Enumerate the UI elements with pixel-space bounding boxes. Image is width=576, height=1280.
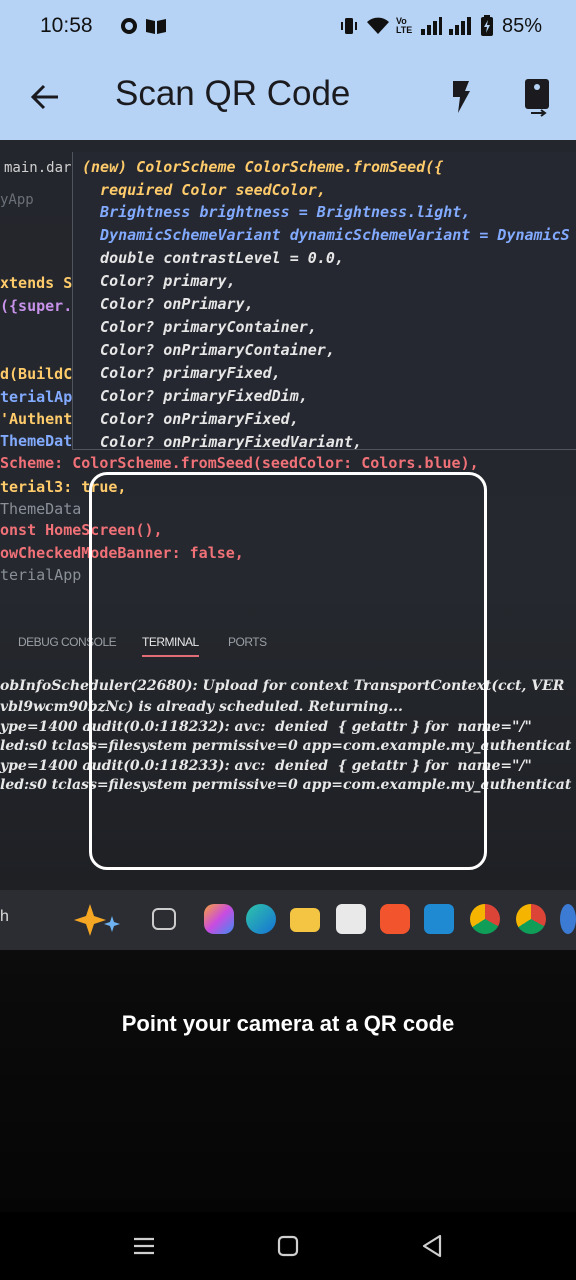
sparkle-icon	[74, 904, 120, 936]
app-bar: Scan QR Code	[0, 52, 576, 140]
hover-line: double contrastLevel = 0.0,	[82, 249, 344, 267]
camera-switch-icon	[525, 79, 549, 117]
battery-icon	[480, 15, 493, 36]
hover-line: Color? primaryContainer,	[82, 318, 317, 336]
notification-app-icon	[120, 18, 137, 34]
home-button[interactable]	[272, 1230, 304, 1262]
camera-preview: main.dart yApp (new) ColorScheme ColorSc…	[0, 140, 576, 1212]
editor-tab: main.dart yApp	[0, 150, 80, 210]
nav-back-button[interactable]	[416, 1230, 448, 1262]
back-triangle-icon	[422, 1234, 442, 1258]
editor-tab-filename: main.dart	[4, 160, 80, 176]
copilot-icon	[204, 904, 234, 934]
hover-line: Brightness brightness = Brightness.light…	[82, 203, 471, 221]
flash-toggle-button[interactable]	[440, 74, 482, 120]
hover-line: Color? onPrimaryFixed,	[82, 410, 299, 428]
code-line: terialApp	[0, 566, 82, 584]
hover-line: required Color seedColor,	[82, 181, 326, 199]
app-icon	[560, 904, 576, 934]
book-icon	[145, 19, 166, 34]
hover-line: Color? onPrimaryContainer,	[82, 341, 335, 359]
code-fragment: d(BuildC	[0, 365, 73, 383]
hover-line: Color? primary,	[82, 272, 236, 290]
status-time: 10:58	[40, 14, 93, 37]
hover-line: Color? primaryFixedDim,	[82, 387, 308, 405]
scan-frame	[89, 472, 487, 870]
code-line: ThemeData	[0, 500, 82, 518]
hover-line: (new) ColorScheme ColorScheme.fromSeed({	[82, 158, 444, 176]
hover-line: DynamicSchemeVariant dynamicSchemeVarian…	[82, 226, 570, 244]
scan-hint: Point your camera at a QR code	[121, 1011, 455, 1036]
chrome-icon-2	[516, 904, 546, 934]
edge-icon	[246, 904, 276, 934]
page-title: Scan QR Code	[115, 74, 351, 113]
battery-level: 85%	[501, 14, 542, 37]
signal-icon-2	[448, 17, 471, 35]
captured-taskbar: h	[0, 890, 576, 950]
preview-dark-area	[0, 950, 576, 1212]
code-fragment: ({super.	[0, 297, 73, 315]
arrow-back-icon	[30, 84, 58, 110]
task-view-icon	[152, 908, 176, 930]
file-explorer-icon	[290, 908, 320, 932]
brave-icon	[380, 904, 410, 934]
volte-label: Vo LTE	[395, 16, 413, 35]
editor-tab-sub: yApp	[0, 192, 34, 208]
status-bar: 10:58 Vo LTE 85%	[0, 0, 576, 52]
home-icon	[277, 1235, 299, 1257]
vibrate-icon	[340, 18, 357, 34]
code-fragment: terialAp	[0, 388, 73, 406]
system-nav-bar	[0, 1212, 576, 1280]
store-icon	[336, 904, 366, 934]
code-fragment: xtends S	[0, 274, 73, 292]
hover-line: Color? primaryFixed,	[82, 364, 281, 382]
code-line: Scheme: ColorScheme.fromSeed(seedColor: …	[0, 454, 479, 472]
code-fragment: ThemeDat	[0, 432, 73, 450]
recent-apps-icon	[134, 1237, 154, 1255]
hover-line: Color? onPrimary,	[82, 295, 254, 313]
switch-camera-button[interactable]	[516, 74, 558, 122]
code-fragment: 'Authent	[0, 410, 73, 428]
vscode-icon	[424, 904, 454, 934]
status-notification-icons	[119, 16, 167, 36]
flash-icon	[453, 81, 470, 113]
wifi-icon	[366, 17, 389, 34]
signal-icon	[420, 17, 442, 35]
status-system-icons: Vo LTE 85%	[338, 15, 542, 38]
chrome-icon	[470, 904, 500, 934]
back-button[interactable]	[24, 76, 66, 118]
recent-apps-button[interactable]	[128, 1230, 160, 1262]
hover-line: Color? onPrimaryFixedVariant,	[82, 433, 362, 451]
taskbar-search-fragment: h	[0, 908, 9, 925]
